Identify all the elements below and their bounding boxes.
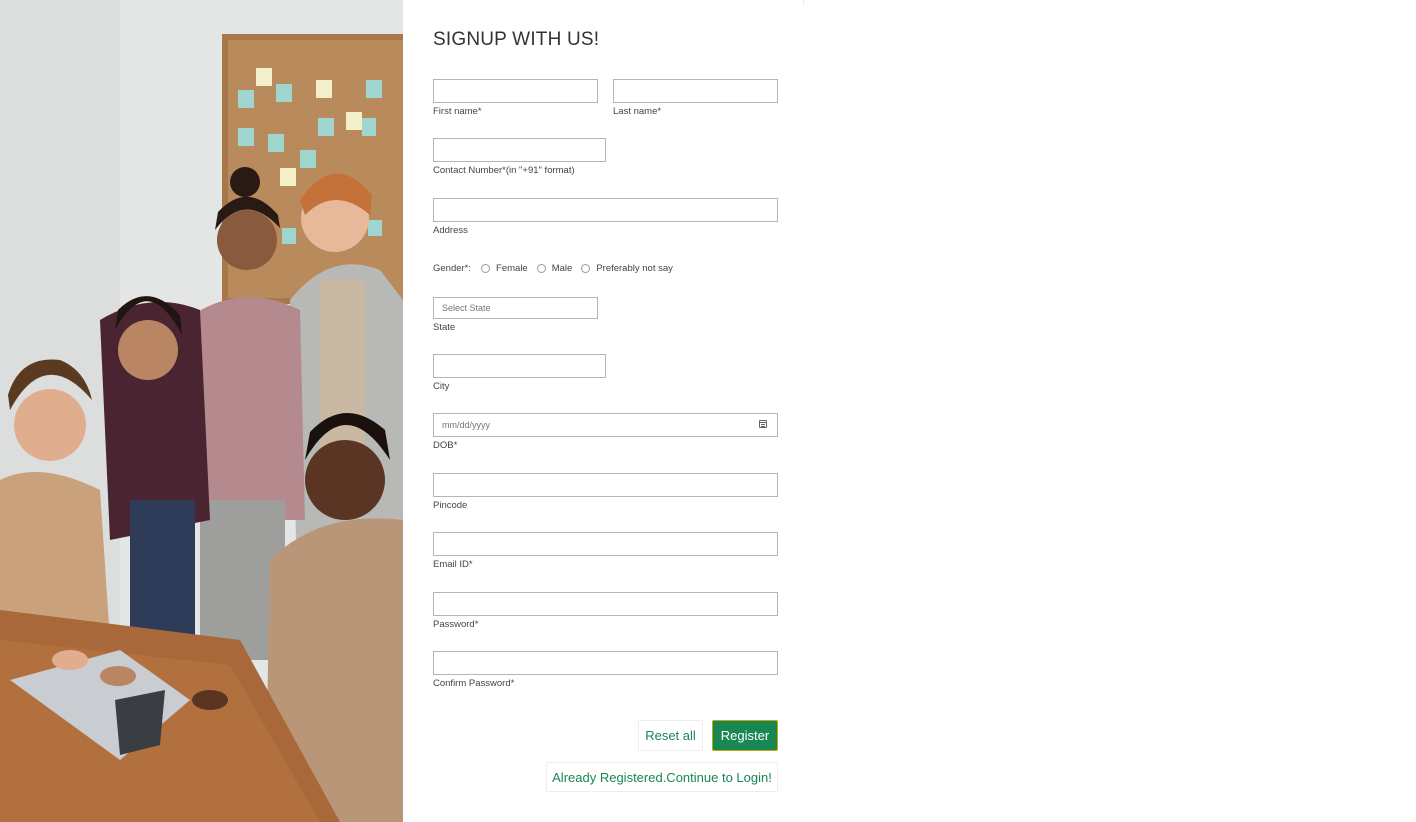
last-name-label: Last name* [613,106,662,117]
address-label: Address [433,225,468,236]
radio-male[interactable] [536,264,546,273]
last-name-input[interactable] [613,79,778,103]
state-label: State [433,322,456,333]
confirm-password-input[interactable] [433,651,778,675]
gender-option-not-say[interactable]: Preferably not say [581,263,673,274]
login-link-button[interactable]: Already Registered.Continue to Login! [546,762,778,792]
page-title: SIGNUP WITH US! [433,29,600,50]
hero-photo [0,0,403,822]
reset-button[interactable]: Reset all [638,720,703,751]
gender-group: Gender*: Female Male Preferably not say [433,263,682,274]
city-input[interactable] [433,354,606,378]
gender-option-label: Male [551,263,573,274]
gender-option-male[interactable]: Male [536,263,573,274]
state-group: State [433,297,598,334]
divider [803,0,804,5]
dob-wrapper [433,413,778,437]
radio-not-say[interactable] [581,264,591,273]
contact-number-label: Contact Number*(in "+91" format) [433,165,575,176]
email-input[interactable] [433,532,778,556]
state-select[interactable] [433,297,598,319]
city-group: City [433,354,606,393]
contact-group: Contact Number*(in "+91" format) [433,138,606,177]
last-name-group: Last name* [613,79,778,118]
register-button[interactable]: Register [712,720,778,751]
confirm-password-group: Confirm Password* [433,651,778,690]
radio-female[interactable] [481,264,491,273]
gender-option-label: Preferably not say [596,263,673,274]
first-name-input[interactable] [433,79,598,103]
password-label: Password* [433,619,479,630]
pincode-label: Pincode [433,500,468,511]
password-input[interactable] [433,592,778,616]
confirm-password-label: Confirm Password* [433,678,515,689]
gender-option-label: Female [496,263,528,274]
address-group: Address [433,198,778,237]
contact-number-input[interactable] [433,138,606,162]
dob-group: DOB* [433,413,778,452]
gender-option-female[interactable]: Female [481,263,528,274]
calendar-icon[interactable] [759,420,767,428]
pincode-input[interactable] [433,473,778,497]
pincode-group: Pincode [433,473,778,512]
city-label: City [433,381,450,392]
first-name-label: First name* [433,106,482,117]
gender-label: Gender*: [433,263,472,274]
dob-label: DOB* [433,440,458,451]
signup-form: SIGNUP WITH US! First name* Last name* C… [403,0,803,822]
password-group: Password* [433,592,778,631]
address-input[interactable] [433,198,778,222]
email-label: Email ID* [433,559,473,570]
dob-input[interactable] [433,413,778,437]
email-group: Email ID* [433,532,778,571]
first-name-group: First name* [433,79,598,118]
